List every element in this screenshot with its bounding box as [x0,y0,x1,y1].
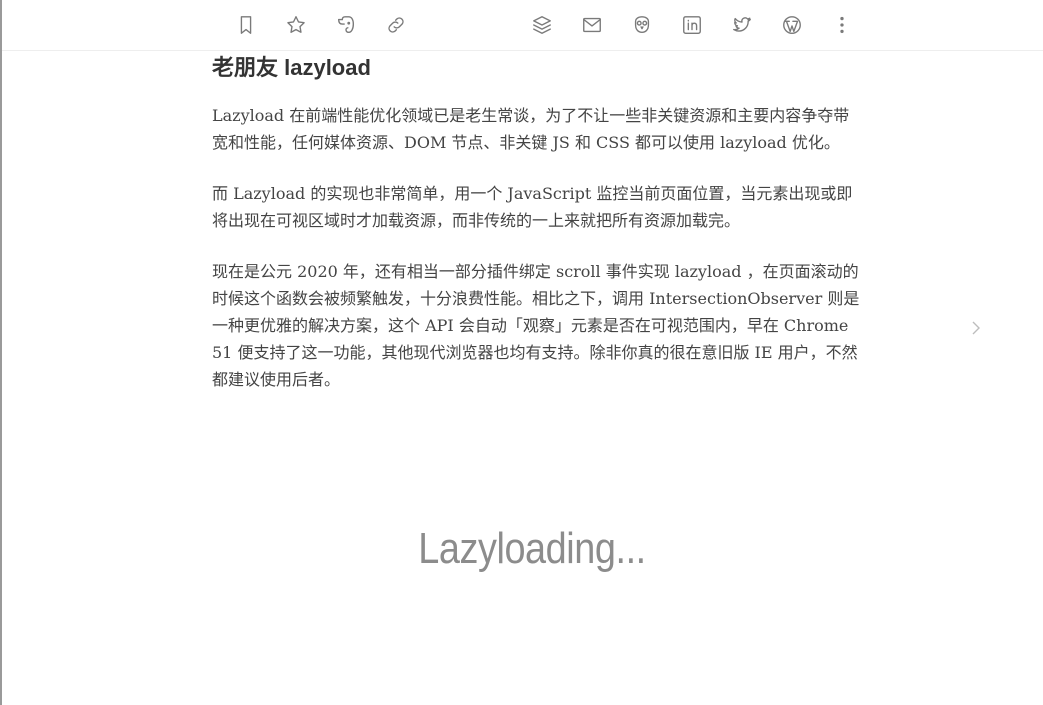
wordpress-icon [783,16,801,34]
link-icon [388,17,404,33]
mail-icon [583,17,601,33]
favorite-button[interactable] [283,12,309,38]
next-page-button[interactable] [966,316,986,340]
bookmark-icon [240,16,252,34]
star-icon [287,16,305,33]
copy-link-button[interactable] [383,12,409,38]
pocket-icon [634,16,650,34]
pocket-button[interactable] [629,12,655,38]
wordpress-button[interactable] [779,12,805,38]
paragraph-2: 而 Lazyload 的实现也非常简单，用一个 JavaScript 监控当前页… [212,184,853,230]
more-options-button[interactable] [829,12,855,38]
article-content: 老朋友 lazyload Lazyload 在前端性能优化领域已是老生常谈，为了… [210,52,862,417]
evernote-icon [337,16,355,34]
chevron-right-icon [972,321,980,335]
bookmark-button[interactable] [233,12,259,38]
twitter-icon [733,17,751,32]
email-button[interactable] [579,12,605,38]
paragraph-3: 现在是公元 2020 年，还有相当一部分插件绑定 scroll 事件实现 laz… [212,262,860,389]
paragraph-1: Lazyload 在前端性能优化领域已是老生常谈，为了不让一些非关键资源和主要内… [212,106,850,152]
reader-toolbar [2,0,1043,51]
section-heading: 老朋友 lazyload [212,55,371,80]
buffer-icon [533,16,551,34]
lazyloading-placeholder: Lazyloading... [418,524,646,573]
twitter-button[interactable] [729,12,755,38]
more-icon [840,16,844,34]
reader-page: 老朋友 lazyload Lazyload 在前端性能优化领域已是老生常谈，为了… [0,0,1043,705]
linkedin-icon [683,16,701,34]
buffer-button[interactable] [529,12,555,38]
evernote-button[interactable] [333,12,359,38]
linkedin-button[interactable] [679,12,705,38]
